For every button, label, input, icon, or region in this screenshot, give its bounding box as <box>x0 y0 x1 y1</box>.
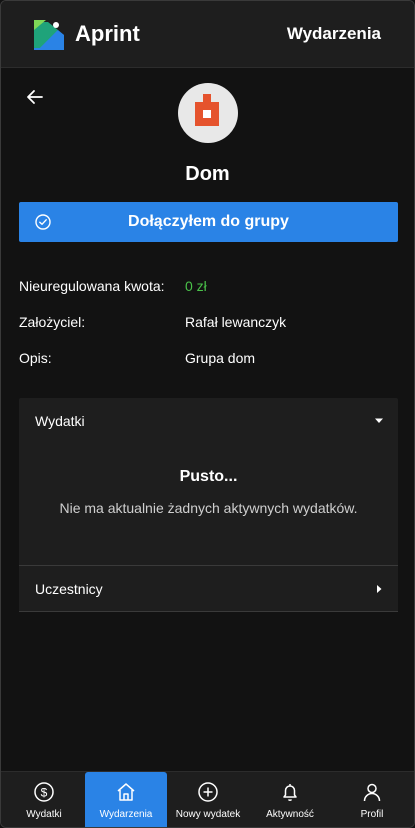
group-name: Dom <box>185 163 230 185</box>
group-accordion: Wydatki Pusto... Nie ma aktualnie żadnyc… <box>19 398 398 612</box>
unsettled-amount-label: Nieuregulowana kwota: <box>19 278 165 294</box>
description-value: Grupa dom <box>185 350 256 366</box>
app-window: Aprint Wydarzenia Dom Dołączyłem do grup… <box>0 0 415 828</box>
group-avatar <box>178 83 238 143</box>
app-title: Aprint <box>75 21 140 46</box>
joined-group-button[interactable]: Dołączyłem do grupy <box>19 202 398 242</box>
members-accordion-title: Uczestnicy <box>35 581 103 597</box>
caret-down-icon <box>375 418 383 423</box>
description-row: Opis: Grupa dom <box>19 350 398 370</box>
top-bar: Aprint Wydarzenia <box>1 1 414 68</box>
user-icon <box>363 783 381 802</box>
dollar-circle-icon: $ <box>34 782 54 802</box>
bell-icon <box>283 784 297 802</box>
founder-value: Rafał lewanczyk <box>185 314 287 330</box>
joined-group-label: Dołączyłem do grupy <box>128 213 289 230</box>
home-icon <box>117 783 135 801</box>
nav-label-profile: Profil <box>360 809 384 820</box>
events-nav-link[interactable]: Wydarzenia <box>287 24 381 44</box>
founder-row: Założyciel: Rafał lewanczyk <box>19 314 398 334</box>
expenses-accordion-title: Wydatki <box>35 413 85 429</box>
svg-text:$: $ <box>41 786 48 800</box>
nav-item-expenses[interactable]: $ Wydatki <box>3 772 85 827</box>
nav-item-activity[interactable]: Aktywność <box>249 772 331 827</box>
identicon-icon <box>195 94 219 126</box>
unsettled-amount-value: 0 zł <box>185 278 207 294</box>
nav-item-events[interactable]: Wydarzenia <box>85 772 167 827</box>
unsettled-amount-row: Nieuregulowana kwota: 0 zł <box>19 278 398 298</box>
nav-item-new-expense[interactable]: Nowy wydatek <box>167 772 249 827</box>
expenses-accordion-header[interactable]: Wydatki <box>19 398 398 444</box>
aprint-logo-icon <box>34 20 64 50</box>
accordion-bottom-divider <box>19 611 398 612</box>
empty-state-description: Nie ma aktualnie żadnych aktywnych wydat… <box>59 500 358 516</box>
back-arrow-icon[interactable] <box>24 86 46 108</box>
empty-state-title: Pusto... <box>179 468 238 485</box>
plus-circle-icon <box>198 782 218 802</box>
nav-label-events: Wydarzenia <box>99 809 153 820</box>
nav-label-expenses: Wydatki <box>26 809 62 820</box>
founder-label: Założyciel: <box>19 314 86 330</box>
description-label: Opis: <box>19 350 52 366</box>
nav-item-profile[interactable]: Profil <box>331 772 413 827</box>
nav-label-new-expense: Nowy wydatek <box>175 809 241 820</box>
nav-label-activity: Aktywność <box>266 809 314 820</box>
bottom-navigation: $ Wydatki Wydarzenia Nowy wydatek Aktywn… <box>1 771 414 827</box>
caret-right-icon <box>377 585 382 593</box>
members-accordion-header[interactable]: Uczestnicy <box>19 566 398 612</box>
